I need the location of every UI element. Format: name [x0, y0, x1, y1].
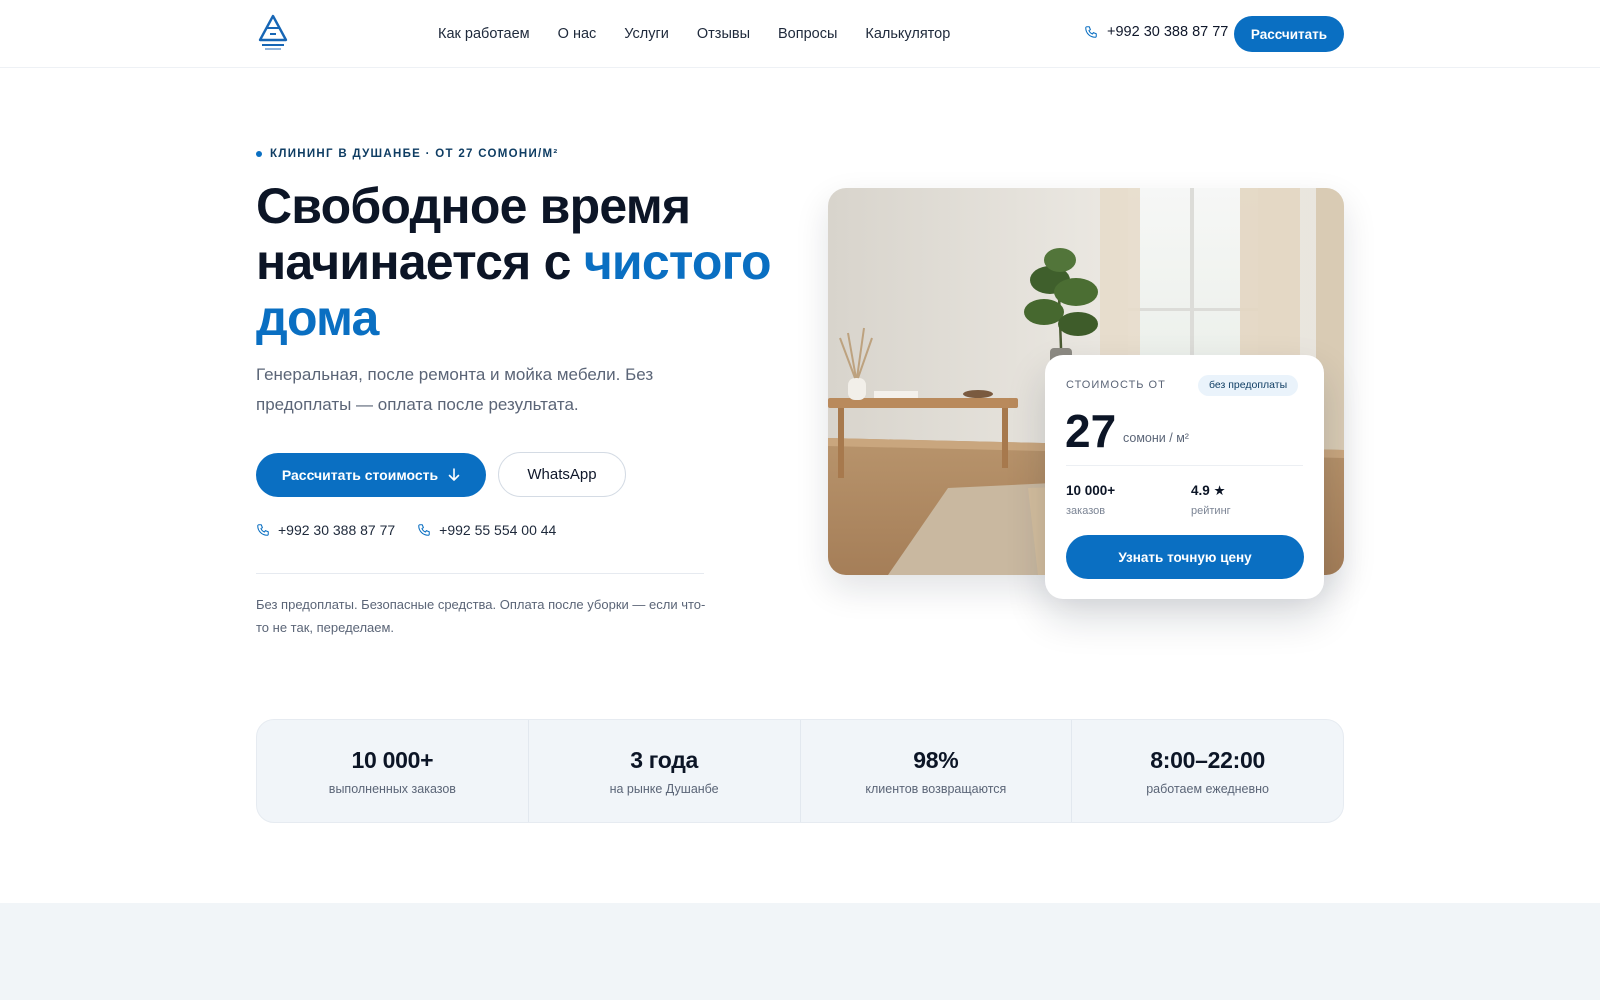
phone-number-2: +992 55 554 00 44: [439, 522, 557, 538]
stat-returning: 98% клиентов возвращаются: [799, 720, 1072, 822]
hero-title-line1: Свободное время: [256, 178, 691, 234]
hero-title-line2: начинается с: [256, 234, 584, 290]
stat-value: 98%: [913, 746, 959, 773]
price-card: СТОИМОСТЬ ОТ без предоплаты 27 сомони / …: [1045, 355, 1324, 599]
stat-value: 8:00–22:00: [1150, 746, 1265, 773]
next-section-band: [0, 903, 1600, 1000]
nav-reviews[interactable]: Отзывы: [697, 26, 750, 42]
price-card-label: СТОИМОСТЬ ОТ: [1066, 379, 1166, 391]
main-nav: Как работаем О нас Услуги Отзывы Вопросы…: [438, 0, 950, 68]
no-prepayment-badge: без предоплаты: [1198, 375, 1299, 396]
header-phone-number: +992 30 388 87 77: [1107, 24, 1229, 40]
phone-icon: [257, 524, 269, 536]
stat-orders: 10 000+ выполненных заказов: [257, 720, 528, 822]
hero-subtitle: Генеральная, после ремонта и мойка мебел…: [256, 365, 654, 414]
site-header: Как работаем О нас Услуги Отзывы Вопросы…: [0, 0, 1600, 68]
logo-icon[interactable]: [258, 14, 288, 54]
stat-label: клиентов возвращаются: [865, 781, 1007, 796]
stat-years: 3 года на рынке Душанбе: [527, 720, 800, 822]
nav-calculator[interactable]: Калькулятор: [865, 26, 950, 42]
stat-value: 3 года: [630, 746, 699, 773]
rating-label: рейтинг: [1191, 505, 1231, 517]
exact-price-button[interactable]: Узнать точную цену: [1066, 535, 1304, 579]
hero-divider: [256, 573, 704, 574]
orders-count: 10 000+: [1066, 483, 1116, 498]
nav-how-we-work[interactable]: Как работаем: [438, 26, 530, 42]
hero-title: Свободное время начинается с чистого дом…: [256, 178, 816, 346]
eyebrow-text: КЛИНИНГ В ДУШАНБЕ · ОТ 27 СОМОНИ/М²: [270, 148, 559, 160]
stat-label: работаем ежедневно: [1146, 781, 1270, 796]
price-card-divider: [1066, 465, 1303, 466]
rating-value: 4.9 ★: [1191, 483, 1226, 498]
phone-link-2[interactable]: +992 55 554 00 44: [417, 522, 556, 538]
stat-label: на рынке Душанбе: [609, 781, 719, 796]
price-unit: сомони / м²: [1123, 431, 1189, 445]
stat-label: выполненных заказов: [328, 781, 456, 796]
nav-faq[interactable]: Вопросы: [778, 26, 837, 42]
phone-icon: [418, 524, 430, 536]
stat-hours: 8:00–22:00 работаем ежедневно: [1071, 720, 1343, 822]
nav-services[interactable]: Услуги: [624, 26, 669, 42]
orders-label: заказов: [1066, 505, 1106, 517]
hero-eyebrow: КЛИНИНГ В ДУШАНБЕ · ОТ 27 СОМОНИ/М²: [256, 148, 559, 160]
hero-note: Без предоплаты. Безопасные средства. Опл…: [256, 597, 706, 635]
hero-title-accent-2: дома: [256, 290, 379, 346]
stat-value: 10 000+: [351, 746, 434, 773]
phone-number-1: +992 30 388 87 77: [278, 522, 396, 538]
nav-about[interactable]: О нас: [558, 26, 597, 42]
header-phone-link[interactable]: +992 30 388 87 77: [1084, 24, 1228, 40]
whatsapp-button[interactable]: WhatsApp: [498, 452, 626, 497]
calculate-cost-button[interactable]: Рассчитать стоимость: [256, 453, 486, 497]
stats-bar: 10 000+ выполненных заказов 3 года на ры…: [256, 719, 1344, 823]
price-value: 27: [1065, 405, 1117, 457]
calculate-cost-label: Рассчитать стоимость: [281, 467, 439, 483]
hero-phones: +992 30 388 87 77 +992 55 554 00 44: [256, 522, 556, 538]
arrow-down-icon: [448, 468, 460, 481]
phone-link-1[interactable]: +992 30 388 87 77: [256, 522, 395, 538]
header-calculate-button[interactable]: Рассчитать: [1234, 16, 1344, 52]
hero-title-accent-1: чистого: [583, 234, 772, 290]
phone-icon: [1085, 26, 1097, 38]
eyebrow-dot: [256, 151, 262, 157]
